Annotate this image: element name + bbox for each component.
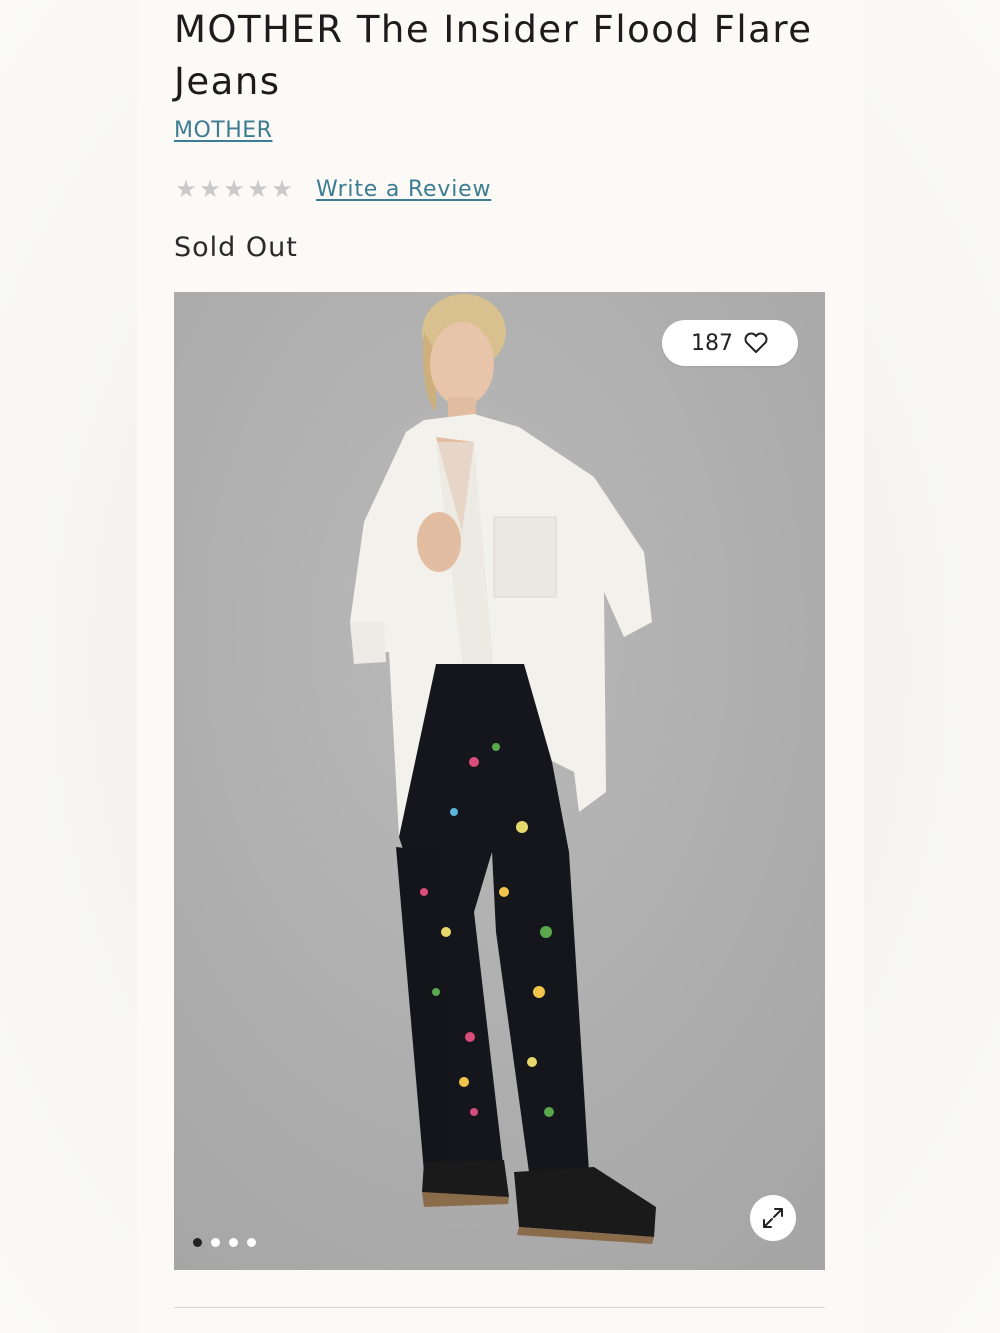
like-button[interactable]: 187 bbox=[662, 320, 798, 366]
heart-outline-icon bbox=[744, 332, 768, 353]
write-review-link[interactable]: Write a Review bbox=[316, 177, 491, 202]
carousel-dot[interactable] bbox=[229, 1238, 238, 1247]
carousel-dot[interactable] bbox=[193, 1238, 202, 1247]
carousel-dot[interactable] bbox=[247, 1238, 256, 1247]
rating-row: ★ ★ ★ ★ ★ Write a Review bbox=[174, 172, 491, 206]
star-icon: ★ bbox=[223, 175, 245, 203]
section-divider bbox=[174, 1307, 825, 1308]
carousel-dot[interactable] bbox=[211, 1238, 220, 1247]
product-title: MOTHER The Insider Flood Flare Jeans bbox=[174, 8, 813, 103]
likes-count: 187 bbox=[691, 330, 733, 356]
availability-status: Sold Out bbox=[174, 232, 298, 263]
product-image-carousel[interactable]: 187 bbox=[174, 292, 825, 1270]
star-icon: ★ bbox=[271, 175, 293, 203]
product-photo bbox=[174, 292, 825, 1270]
product-card: MOTHER The Insider Flood Flare Jeans MOT… bbox=[137, 0, 864, 1333]
expand-image-button[interactable] bbox=[750, 1195, 796, 1241]
star-rating: ★ ★ ★ ★ ★ bbox=[174, 177, 294, 201]
star-icon: ★ bbox=[199, 175, 221, 203]
star-icon: ★ bbox=[247, 175, 269, 203]
brand-link[interactable]: MOTHER bbox=[174, 118, 272, 143]
carousel-pagination bbox=[193, 1238, 256, 1247]
star-icon: ★ bbox=[175, 175, 197, 203]
expand-arrows-icon bbox=[763, 1208, 783, 1228]
